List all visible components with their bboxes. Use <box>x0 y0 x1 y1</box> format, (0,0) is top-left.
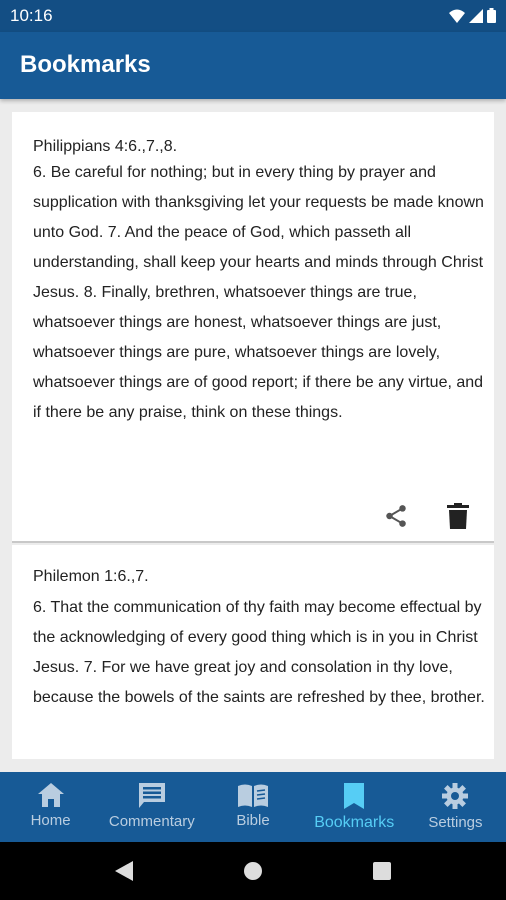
comment-icon <box>138 783 165 808</box>
bookmark-card[interactable]: Philemon 1:6.,7. 6. That the communicati… <box>12 545 494 759</box>
back-icon[interactable] <box>115 861 133 881</box>
signal-icon <box>469 8 483 23</box>
bookmark-reference: Philippians 4:6.,7.,8. <box>33 138 178 155</box>
battery-icon <box>487 8 496 23</box>
status-icons <box>449 8 496 23</box>
share-button[interactable] <box>382 502 410 530</box>
nav-label: Settings <box>428 814 483 831</box>
page-title: Bookmarks <box>20 51 151 78</box>
nav-label: Home <box>30 812 71 829</box>
home-circle-icon[interactable] <box>243 861 263 881</box>
wifi-icon <box>449 9 465 23</box>
delete-icon <box>447 503 469 529</box>
bookmark-icon <box>344 783 365 809</box>
nav-label: Commentary <box>108 813 195 830</box>
bottom-nav: Home Commentary Bible Bookmarks Settings <box>0 772 506 842</box>
nav-item-bookmarks[interactable]: Bookmarks <box>304 772 405 842</box>
delete-button[interactable] <box>444 502 472 530</box>
home-icon <box>37 783 64 807</box>
status-time: 10:16 <box>10 6 53 25</box>
nav-item-bible[interactable]: Bible <box>202 772 303 842</box>
nav-label: Bookmarks <box>314 814 395 831</box>
status-bar: 10:16 <box>0 0 506 32</box>
bookmark-reference: Philemon 1:6.,7. <box>33 568 149 585</box>
nav-label: Bible <box>236 812 270 829</box>
share-icon <box>386 505 406 527</box>
bookmark-actions <box>382 502 472 530</box>
bookmark-text: 6. Be careful for nothing; but in every … <box>33 164 484 421</box>
nav-item-settings[interactable]: Settings <box>405 772 506 842</box>
bookmark-text: 6. That the communication of thy faith m… <box>33 599 485 706</box>
recents-icon[interactable] <box>373 862 391 880</box>
bookmark-list[interactable]: Philippians 4:6.,7.,8. 6. Be careful for… <box>0 99 506 772</box>
app-bar: Bookmarks <box>0 32 506 99</box>
gear-icon <box>442 783 469 809</box>
nav-item-home[interactable]: Home <box>0 772 101 842</box>
book-icon <box>238 784 268 807</box>
nav-item-commentary[interactable]: Commentary <box>101 772 202 842</box>
system-nav-bar <box>0 842 506 900</box>
bookmark-card[interactable]: Philippians 4:6.,7.,8. 6. Be careful for… <box>12 112 494 543</box>
